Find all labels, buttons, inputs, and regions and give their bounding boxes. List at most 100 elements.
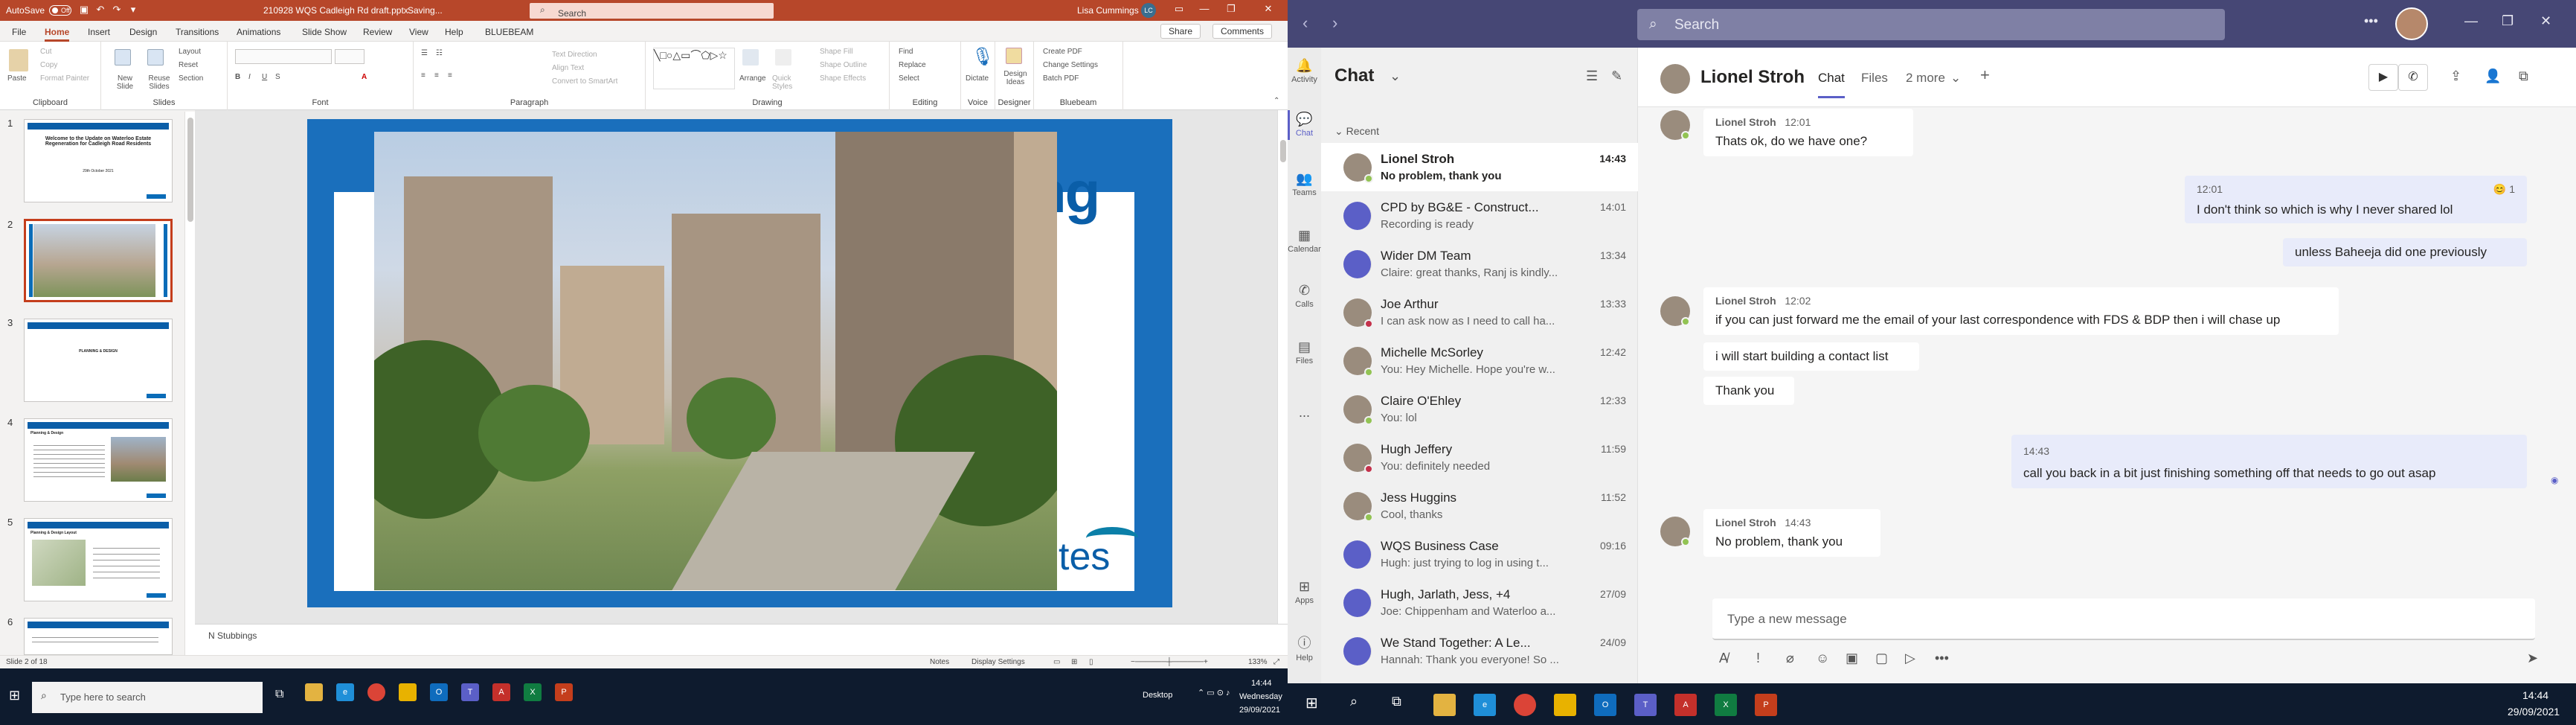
quick-styles-icon[interactable] (775, 49, 791, 66)
chat-list-item[interactable]: Lionel Stroh No problem, thank you 14:43 (1321, 143, 1638, 191)
chat-list-item[interactable]: Michelle McSorley You: Hey Michelle. Hope… (1321, 336, 1638, 385)
minimize-icon[interactable]: — (1193, 3, 1215, 18)
tab-design[interactable]: Design (129, 27, 157, 37)
rail-files[interactable]: ▤ Files (1288, 339, 1321, 365)
rail-more-apps[interactable]: ... (1288, 405, 1321, 421)
customize-qat-icon[interactable]: ▾ (126, 4, 140, 17)
rail-teams[interactable]: 👥 Teams (1288, 171, 1321, 197)
replace-button[interactable]: Replace (899, 61, 926, 69)
compose-box[interactable]: Type a new message (1712, 598, 2535, 640)
scroll-thumb[interactable] (187, 118, 193, 222)
shape-outline-button[interactable]: Shape Outline (820, 61, 867, 69)
teams-search-box[interactable]: ⌕ Search (1637, 9, 2225, 40)
message-bubble[interactable]: i will start building a contact list (1703, 342, 1919, 371)
notes-pane[interactable]: N Stubbings (195, 624, 1288, 655)
shape-fill-button[interactable]: Shape Fill (820, 48, 852, 56)
filter-icon[interactable]: ☰ (1586, 68, 1598, 84)
file-explorer-icon[interactable] (305, 683, 323, 701)
tab-view[interactable]: View (409, 27, 428, 37)
gif-icon[interactable]: ▣ (1846, 651, 1858, 666)
rail-help[interactable]: ⓘ Help (1288, 633, 1321, 662)
arrange-button[interactable]: Arrange (739, 74, 766, 83)
convert-smartart-button[interactable]: Convert to SmartArt (552, 77, 617, 86)
slide-sorter-icon[interactable]: ⊞ (1071, 658, 1077, 666)
slide-thumbnail-3[interactable]: PLANNING & DESIGN (24, 319, 173, 402)
edge-icon[interactable]: e (1474, 694, 1496, 716)
rail-calendar[interactable]: ▦ Calendar (1288, 228, 1321, 254)
zoom-slider[interactable]: −──────┼──────+ (1131, 658, 1208, 666)
copy-button[interactable]: Copy (40, 61, 57, 69)
reuse-slides-button[interactable]: Reuse Slides (144, 74, 174, 91)
acrobat-icon[interactable]: A (492, 683, 510, 701)
collapse-ribbon-icon[interactable]: ⌃ (1273, 97, 1279, 105)
lock-app-icon[interactable] (399, 683, 417, 701)
powerpoint-taskbar-icon[interactable]: P (1755, 694, 1777, 716)
close-icon[interactable]: ✕ (1257, 3, 1279, 18)
reuse-slides-icon[interactable] (147, 49, 164, 66)
reading-view-icon[interactable]: ▯ (1089, 658, 1093, 666)
notes-toggle[interactable]: Notes (930, 658, 949, 666)
tab-insert[interactable]: Insert (88, 27, 110, 37)
layout-button[interactable]: Layout (179, 48, 201, 56)
align-right-icon[interactable]: ≡ (448, 71, 452, 80)
section-button[interactable]: Section (179, 74, 203, 83)
send-icon[interactable]: ➤ (2527, 651, 2538, 666)
scroll-thumb[interactable] (1280, 140, 1286, 162)
chat-list-item[interactable]: We Stand Together: A Le... Hannah: Thank … (1321, 627, 1638, 675)
reset-button[interactable]: Reset (179, 61, 198, 69)
ribbon-display-icon[interactable]: ▭ (1168, 3, 1190, 18)
slide-thumbnail-2[interactable] (24, 219, 173, 302)
my-message-bubble[interactable]: unless Baheeja did one previously (2283, 238, 2527, 266)
more-options-icon[interactable]: ••• (1935, 651, 1949, 666)
tab-files[interactable]: Files (1861, 71, 1888, 86)
task-view-icon[interactable]: ⧉ (1392, 694, 1401, 709)
batch-pdf-button[interactable]: Batch PDF (1043, 74, 1079, 83)
restore-icon[interactable]: ❐ (2502, 13, 2514, 29)
lock-app-icon[interactable] (1554, 694, 1576, 716)
comments-button[interactable]: Comments (1212, 24, 1273, 39)
tab-bluebeam[interactable]: BLUEBEAM (485, 27, 533, 37)
restore-icon[interactable]: ❐ (1220, 3, 1242, 18)
share-button[interactable]: Share (1160, 24, 1201, 39)
font-color-icon[interactable]: A (362, 73, 367, 81)
find-button[interactable]: Find (899, 48, 913, 56)
clock-time[interactable]: 14:44 (1251, 679, 1272, 688)
back-arrow-icon[interactable]: ‹ (1303, 13, 1308, 33)
message-bubble[interactable]: Thank you (1703, 377, 1794, 405)
slide-thumbnail-5[interactable]: Planning & Design Layout (24, 518, 173, 601)
undo-icon[interactable]: ↶ (94, 4, 107, 17)
fit-slide-icon[interactable]: ⤢ (1273, 658, 1279, 666)
search-icon[interactable]: ⌕ (1350, 694, 1358, 709)
thumbnail-scrollbar[interactable] (184, 112, 195, 655)
save-icon[interactable]: ▣ (77, 4, 91, 17)
text-direction-button[interactable]: Text Direction (552, 51, 597, 59)
chat-list-item[interactable]: Joe Arthur I can ask now as I need to cal… (1321, 288, 1638, 336)
chevron-down-icon[interactable]: ⌄ (1950, 71, 1961, 86)
new-slide-button[interactable]: New Slide (110, 74, 140, 91)
user-avatar[interactable]: LC (1141, 3, 1156, 18)
chat-list-item[interactable]: CPD by BG&E - Construct... Recording is r… (1321, 191, 1638, 240)
message-bubble[interactable]: Lionel Stroh 14:43 No problem, thank you (1703, 509, 1880, 557)
font-size-select[interactable] (335, 49, 364, 64)
message-bubble[interactable]: Lionel Stroh 12:02 if you can just forwa… (1703, 287, 2339, 335)
excel-icon[interactable]: X (524, 683, 542, 701)
rail-calls[interactable]: ✆ Calls (1288, 283, 1321, 309)
chat-list-item[interactable]: Wider DM Team Claire: great thanks, Ranj … (1321, 240, 1638, 288)
chat-list-item[interactable]: Hugh, Jarlath, Jess, +4 Joe: Chippenham a… (1321, 578, 1638, 627)
underline-icon[interactable]: U (262, 73, 267, 81)
teams-user-avatar[interactable] (2395, 7, 2428, 40)
powerpoint-taskbar-icon[interactable]: P (555, 683, 573, 701)
design-ideas-icon[interactable] (1006, 48, 1022, 64)
chrome-icon[interactable] (1514, 694, 1536, 716)
align-center-icon[interactable]: ≡ (434, 71, 439, 80)
add-people-icon[interactable]: 👤 (2485, 68, 2501, 84)
chat-list-title[interactable]: Chat (1334, 66, 1374, 86)
strikethrough-icon[interactable]: S (275, 73, 280, 81)
windows-start-icon[interactable]: ⊞ (9, 688, 20, 703)
acrobat-icon[interactable]: A (1674, 694, 1697, 716)
slide-thumbnail-1[interactable]: Welcome to the Update on Waterloo Estate… (24, 119, 173, 202)
slide-thumbnail-6[interactable] (24, 618, 173, 655)
tab-animations[interactable]: Animations (237, 27, 280, 37)
font-family-select[interactable] (235, 49, 332, 64)
paste-icon[interactable] (9, 49, 28, 71)
